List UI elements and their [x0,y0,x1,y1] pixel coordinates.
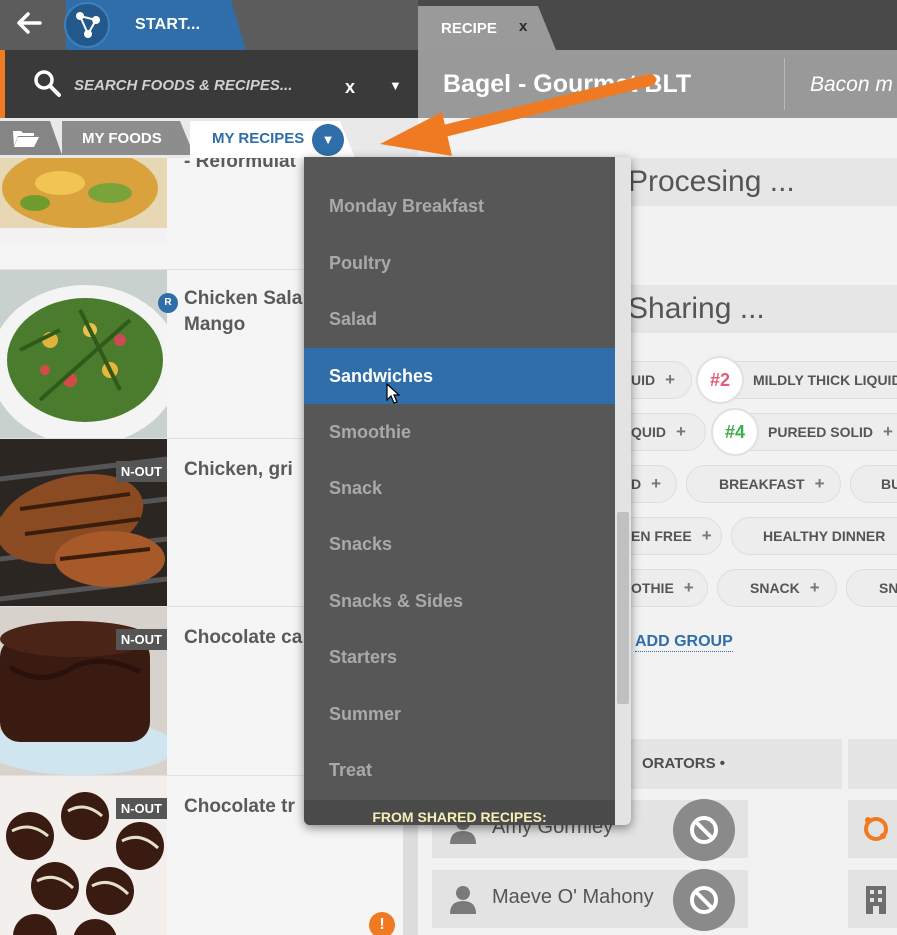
tag-label: OTHIE [631,580,674,596]
share-network-icon [864,817,888,841]
add-group-link[interactable]: ADD GROUP [635,633,733,652]
tag-label: UID [631,372,656,388]
add-tag-icon[interactable]: + [651,474,661,493]
tag-label: SNACK [750,580,800,596]
add-tag-icon[interactable]: + [665,370,675,389]
dropdown-item[interactable]: Monday Breakfast [304,178,615,234]
tag-number-badge: #4 [711,408,759,456]
add-tag-icon[interactable]: + [702,526,712,545]
tag-pill[interactable]: BU [850,465,897,503]
recipe-thumbnail: N-OUT [0,607,167,775]
recipe-category-dropdown: Monday Breakfast Poultry Salad Sandwiche… [304,157,631,825]
tab-my-foods-label: MY FOODS [82,130,162,147]
dropdown-item[interactable]: Salad [304,291,615,347]
status-badge: N-OUT [115,461,167,482]
recipe-title: Chocolate ca [184,627,303,648]
add-tag-icon[interactable]: + [684,578,694,597]
app-window: START... RECIPE x x ▼ Bagel - Gourmet BL… [0,0,897,935]
tag-pill[interactable]: SN [846,569,897,607]
remove-collaborator-button[interactable] [673,869,735,931]
mouse-cursor-icon [386,383,400,404]
building-icon [866,886,886,914]
tag-label: QUID [631,424,666,440]
dropdown-item[interactable]: Starters [304,629,615,685]
add-tag-icon[interactable]: + [810,578,820,597]
dropdown-item[interactable]: Poultry [304,235,615,291]
app-logo-icon [64,2,110,48]
recipe-thumbnail: N-OUT [0,776,167,935]
search-input[interactable] [74,73,334,97]
tag-label: BU [881,476,897,492]
tag-label: BREAKFAST [719,476,805,492]
recipe-type-badge: R [158,293,178,313]
tag-pill[interactable]: BREAKFAST + [686,465,841,503]
folder-open-icon [13,131,39,147]
tag-label: SN [879,580,897,596]
recipe-tab-close-button[interactable]: x [519,18,527,35]
start-tab-label: START... [135,16,201,33]
dropdown-item[interactable]: Summer [304,686,615,742]
my-recipes-dropdown-button[interactable]: ▼ [312,124,344,156]
add-tag-icon[interactable]: + [676,422,686,441]
arrow-left-icon [17,12,42,34]
recipe-title: - Reformulat [184,158,296,172]
tag-label: MILDLY THICK LIQUID [753,372,897,388]
recipe-thumbnail: N-OUT [0,439,167,606]
recipe-subtitle: Bacon m [810,73,893,96]
tag-label: D [631,476,642,492]
back-button[interactable] [14,8,54,42]
add-tag-icon[interactable]: + [883,422,893,441]
tag-number-badge: #2 [696,356,744,404]
dropdown-item[interactable]: Smoothie [304,404,615,460]
annotation-arrow-icon [380,74,656,156]
share-option-box[interactable] [848,870,897,928]
warning-badge[interactable]: ! [369,912,395,935]
block-icon [690,816,718,844]
tab-my-recipes-label: MY RECIPES [212,130,305,147]
tag-pill[interactable]: HEALTHY DINNER [731,517,897,555]
recipe-title: Chicken Sala Mango [184,288,303,335]
recipe-title: Chicken, gri [184,459,293,480]
recipe-title: Chocolate tr [184,796,295,817]
remove-collaborator-button[interactable] [673,799,735,861]
dropdown-item[interactable]: Treat [304,742,615,798]
recipe-tab-label: RECIPE [441,20,497,37]
share-option-box[interactable] [848,800,897,858]
dropdown-scrollbar-thumb[interactable] [617,512,629,704]
tag-pill[interactable]: SNACK + [717,569,837,607]
block-icon [690,886,718,914]
status-badge: N-OUT [115,798,167,819]
recipe-thumbnail [0,158,167,269]
status-badge: N-OUT [115,629,167,650]
collaborators-header-side [848,739,897,789]
search-clear-button[interactable]: x [345,77,355,98]
dropdown-section-header: FROM SHARED RECIPES: [304,800,615,825]
search-icon [34,70,61,97]
recipe-thumbnail [0,270,167,438]
dropdown-item[interactable]: Snacks [304,516,615,572]
tag-label: EN FREE [631,528,692,544]
dropdown-scrollbar[interactable] [615,157,631,825]
title-divider [784,58,785,110]
dropdown-item[interactable]: Snack [304,460,615,516]
dropdown-item-selected[interactable]: Sandwiches [304,348,615,404]
person-icon [450,886,476,914]
tag-label: HEALTHY DINNER [763,528,886,544]
add-tag-icon[interactable]: + [815,474,825,493]
collaborator-name: Maeve O' Mahony [492,886,654,908]
tag-label: PUREED SOLID [768,424,874,440]
dropdown-item[interactable]: Snacks & Sides [304,573,615,629]
